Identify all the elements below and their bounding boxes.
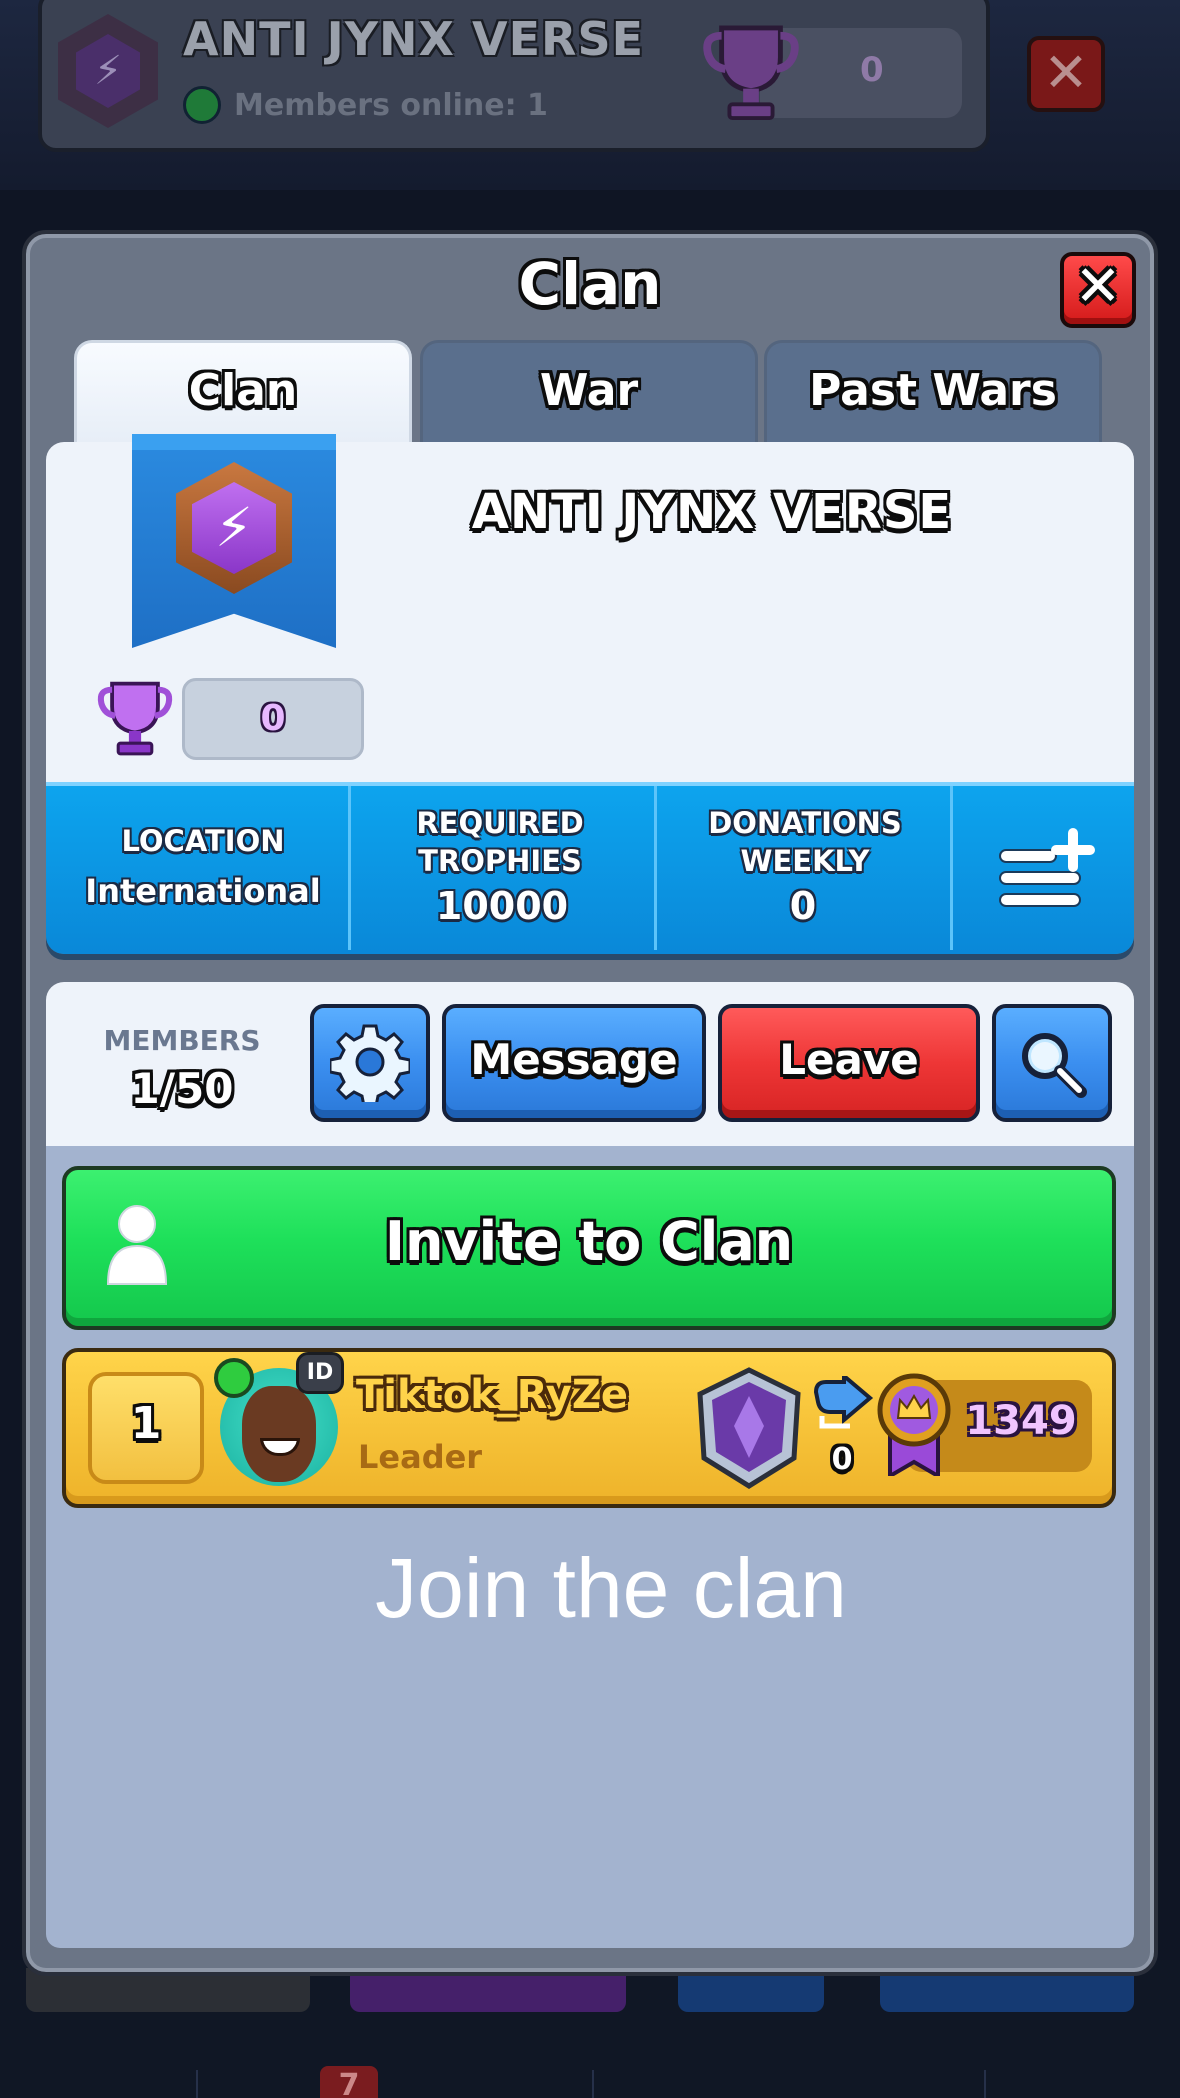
crown-medal-icon bbox=[877, 1373, 951, 1476]
add-list-icon[interactable] bbox=[996, 824, 1100, 910]
trophy-icon bbox=[97, 681, 173, 756]
close-button[interactable]: ✕ bbox=[1060, 252, 1136, 328]
stat-location-value: International bbox=[85, 872, 321, 910]
tab-clan[interactable]: Clan bbox=[74, 340, 412, 442]
online-indicator-icon bbox=[214, 1358, 254, 1398]
background-members-online: Members online: 1 bbox=[234, 88, 548, 123]
divider bbox=[984, 2070, 986, 2098]
stat-donations-weekly-value: 0 bbox=[789, 884, 817, 928]
tab-past-wars[interactable]: Past Wars bbox=[764, 340, 1102, 442]
search-button[interactable] bbox=[992, 1004, 1112, 1122]
member-name: Tiktok_RyZe bbox=[356, 1372, 629, 1418]
divider bbox=[950, 786, 953, 950]
members-count: 1/50 bbox=[130, 1064, 234, 1113]
online-indicator-icon bbox=[183, 86, 221, 124]
clan-name: ANTI JYNX VERSE bbox=[471, 484, 953, 540]
stat-donations-weekly-label: DONATIONS WEEKLY bbox=[708, 806, 902, 878]
divider bbox=[348, 786, 351, 950]
donation-arrow-icon bbox=[813, 1376, 874, 1429]
overlay-caption: Join the clan bbox=[375, 1541, 847, 1635]
member-trophies: 1349 bbox=[965, 1398, 1077, 1444]
tab-war[interactable]: War bbox=[420, 340, 758, 442]
clan-banner-edge bbox=[132, 434, 336, 450]
background-close-icon[interactable]: ✕ bbox=[1027, 36, 1105, 112]
background-clan-name: ANTI JYNX VERSE bbox=[183, 12, 645, 66]
stat-required-trophies-label: REQUIRED TROPHIES bbox=[416, 806, 584, 878]
notification-badge: 7 bbox=[320, 2066, 378, 2098]
invite-to-clan-label: Invite to Clan bbox=[384, 1210, 794, 1273]
settings-button[interactable] bbox=[310, 1004, 430, 1122]
search-icon bbox=[1022, 1033, 1087, 1098]
modal-title: Clan bbox=[518, 250, 662, 318]
background-trophy-count: 0 bbox=[860, 50, 884, 90]
close-icon: ✕ bbox=[1074, 254, 1122, 319]
divider bbox=[654, 786, 657, 950]
trophy-icon bbox=[703, 25, 799, 121]
member-rank: 1 bbox=[130, 1398, 162, 1449]
member-role: Leader bbox=[358, 1438, 483, 1476]
gear-icon bbox=[328, 1024, 412, 1108]
stat-required-trophies-value: 10000 bbox=[435, 884, 569, 928]
id-badge[interactable]: ID bbox=[296, 1352, 344, 1394]
arena-league-icon bbox=[697, 1367, 801, 1489]
divider bbox=[196, 2070, 198, 2098]
stat-location-label: LOCATION bbox=[121, 824, 285, 858]
message-button[interactable]: Message bbox=[442, 1004, 706, 1122]
divider bbox=[592, 2070, 594, 2098]
leave-button[interactable]: Leave bbox=[718, 1004, 980, 1122]
member-donations: 0 bbox=[831, 1442, 853, 1477]
clan-trophy-count: 0 bbox=[260, 698, 286, 739]
members-label: MEMBERS bbox=[103, 1024, 261, 1057]
